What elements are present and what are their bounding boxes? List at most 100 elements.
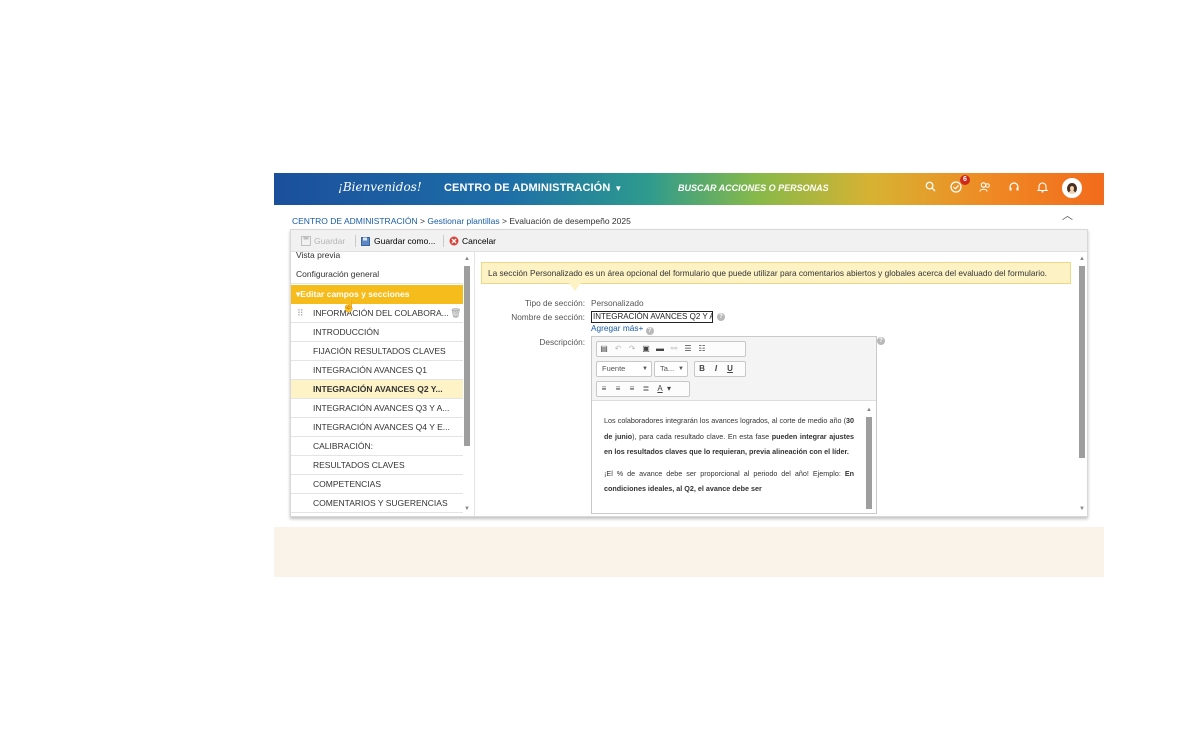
notification-count-badge: 6 xyxy=(960,175,970,185)
align-left-icon[interactable]: ≡ xyxy=(597,382,611,396)
text-run: ), para cada resultado clave. En esta fa… xyxy=(632,431,772,441)
section-item-selected[interactable]: INTEGRACIÓN AVANCES Q2 Y... xyxy=(291,380,463,399)
preview-link[interactable]: Vista previa xyxy=(291,252,463,265)
collapse-chevron-up-icon[interactable]: ︿ xyxy=(1062,207,1073,223)
section-name-input[interactable]: INTEGRACIÓN AVANCES Q2 Y A xyxy=(591,311,713,323)
sections-navigator: Vista previa Configuración general ▾Edit… xyxy=(291,252,473,516)
numbered-list-icon[interactable]: ☰ xyxy=(681,342,695,356)
template-editor-panel: Guardar Guardar como... Cancelar Vista p… xyxy=(290,229,1088,517)
app-window: ¡Bienvenidos! CENTRO DE ADMINISTRACIÓN ▼ … xyxy=(274,173,1104,577)
help-icon[interactable]: ? xyxy=(877,337,885,345)
breadcrumb-admin-center[interactable]: CENTRO DE ADMINISTRACIÓN xyxy=(292,216,418,226)
search-icon[interactable] xyxy=(922,181,938,197)
dropdown-arrow-icon: ▼ xyxy=(642,366,648,372)
trash-icon[interactable]: 🗑 xyxy=(450,304,461,322)
editor-paragraph: Los colaboradores integrarán los avances… xyxy=(604,413,854,460)
section-item[interactable]: INTEGRACIÓN AVANCES Q3 Y A... xyxy=(291,399,463,418)
save-button[interactable]: Guardar xyxy=(301,236,345,246)
align-center-icon[interactable]: ≡ xyxy=(611,382,625,396)
general-config-link[interactable]: Configuración general xyxy=(291,265,463,284)
add-more-link[interactable]: Agregar más+ ? xyxy=(591,323,654,335)
section-item[interactable]: RESULTADOS CLAVES xyxy=(291,456,463,475)
link-icon[interactable]: ⚯ xyxy=(667,342,681,356)
horizontal-line-icon[interactable]: ▬ xyxy=(653,342,667,356)
scroll-down-icon[interactable]: ▼ xyxy=(464,506,470,512)
cancel-icon xyxy=(449,236,459,246)
scroll-down-icon[interactable]: ▼ xyxy=(1079,506,1085,512)
bulleted-list-icon[interactable]: ☷ xyxy=(695,342,709,356)
italic-button[interactable]: I xyxy=(709,362,723,376)
text-style-group: BIU xyxy=(694,361,746,377)
scroll-up-icon[interactable]: ▲ xyxy=(866,407,872,413)
section-item[interactable]: COMPETENCIAS xyxy=(291,475,463,494)
admin-center-menu[interactable]: CENTRO DE ADMINISTRACIÓN ▼ xyxy=(444,182,622,194)
text-color-button[interactable]: A ▾ xyxy=(653,382,671,396)
breadcrumb-current: Evaluación de desempeño 2025 xyxy=(509,216,631,226)
scrollbar-thumb[interactable] xyxy=(1079,266,1085,458)
edit-fields-sections-header[interactable]: ▾Editar campos y secciones xyxy=(291,285,463,304)
scrollbar-thumb[interactable] xyxy=(464,266,470,446)
cancel-button[interactable]: Cancelar xyxy=(449,236,496,246)
editor-paragraph: ¡El % de avance debe ser proporcional al… xyxy=(604,466,854,497)
help-icon[interactable]: ? xyxy=(717,313,725,321)
scrollbar-thumb[interactable] xyxy=(866,417,872,509)
source-icon[interactable]: ▤ xyxy=(597,342,611,356)
top-navigation-bar: ¡Bienvenidos! CENTRO DE ADMINISTRACIÓN ▼ … xyxy=(274,173,1104,205)
user-avatar[interactable] xyxy=(1062,178,1082,198)
search-actions-input[interactable]: BUSCAR ACCIONES O PERSONAS xyxy=(678,183,829,193)
bold-button[interactable]: B xyxy=(695,362,709,376)
rich-text-editor[interactable]: ▤ ↶ ↷ ▣ ▬ ⚯ ☰ ☷ Fuente ▼ Ta... ▼ BIU ≡ ≡ ≡ ≣ A ▾ Los c… xyxy=(591,336,877,514)
column-divider xyxy=(474,252,475,516)
breadcrumb-separator: > xyxy=(420,216,425,226)
editor-toolbar: Guardar Guardar como... Cancelar xyxy=(291,230,1087,252)
edit-fields-sections-label: Editar campos y secciones xyxy=(300,289,410,299)
save-as-label: Guardar como... xyxy=(374,236,436,246)
section-item[interactable]: CALIBRACIÓN: xyxy=(291,437,463,456)
section-item[interactable]: COMENTARIOS Y SUGERENCIAS xyxy=(291,494,463,513)
section-item[interactable]: FIJACIÓN RESULTADOS CLAVES xyxy=(291,342,463,361)
bell-icon[interactable] xyxy=(1034,181,1050,197)
dropdown-arrow-icon: ▼ xyxy=(678,366,684,372)
text-run: Los colaboradores integrarán los avances… xyxy=(604,416,846,425)
info-banner-pointer xyxy=(569,283,581,291)
section-name-label: Nombre de sección: xyxy=(511,312,585,322)
cancel-label: Cancelar xyxy=(462,236,497,246)
help-icon[interactable]: ? xyxy=(645,327,654,335)
scroll-up-icon[interactable]: ▲ xyxy=(464,256,470,262)
save-icon xyxy=(301,236,311,246)
add-more-label: Agregar más+ xyxy=(591,323,644,333)
sidebar-scrollbar[interactable]: ▲ ▼ xyxy=(464,256,470,514)
admin-center-label: CENTRO DE ADMINISTRACIÓN xyxy=(444,182,611,194)
section-item[interactable]: ⠿ INFORMACIÓN DEL COLABORA... 🗑 xyxy=(291,304,463,323)
redo-icon[interactable]: ↷ xyxy=(625,342,639,356)
scroll-up-icon[interactable]: ▲ xyxy=(1079,256,1085,262)
editor-content[interactable]: Los colaboradores integrarán los avances… xyxy=(604,413,854,503)
breadcrumb-manage-templates[interactable]: Gestionar plantillas xyxy=(427,216,499,226)
section-item[interactable]: INTEGRACIÓN AVANCES Q1 xyxy=(291,361,463,380)
font-family-select[interactable]: Fuente ▼ xyxy=(596,361,652,377)
underline-button[interactable]: U xyxy=(723,362,737,376)
align-right-icon[interactable]: ≡ xyxy=(625,382,639,396)
font-size-select[interactable]: Ta... ▼ xyxy=(654,361,688,377)
section-item-label: INFORMACIÓN DEL COLABORA... xyxy=(313,308,449,318)
main-scrollbar[interactable]: ▲ ▼ xyxy=(1079,256,1085,514)
toolbar-divider xyxy=(443,235,444,247)
section-type-label: Tipo de sección: xyxy=(524,298,585,308)
align-justify-icon[interactable]: ≣ xyxy=(639,382,653,396)
welcome-logo[interactable]: ¡Bienvenidos! xyxy=(338,180,422,194)
drag-handle-icon[interactable]: ⠿ xyxy=(297,304,304,322)
font-family-value: Fuente xyxy=(602,364,626,373)
section-item[interactable]: INTRODUCCIÓN xyxy=(291,323,463,342)
people-icon[interactable] xyxy=(977,181,993,197)
toolbar-divider xyxy=(355,235,356,247)
editor-toolbar-row-3: ≡ ≡ ≡ ≣ A ▾ xyxy=(596,381,690,397)
save-label: Guardar xyxy=(314,236,346,246)
chevron-down-icon: ▼ xyxy=(614,184,623,193)
editor-scrollbar[interactable]: ▲ xyxy=(866,407,872,513)
section-item[interactable]: INTEGRACIÓN AVANCES Q4 Y E... xyxy=(291,418,463,437)
save-as-button[interactable]: Guardar como... xyxy=(361,236,435,246)
font-size-value: Ta... xyxy=(660,364,675,373)
headset-icon[interactable] xyxy=(1006,181,1022,197)
image-icon[interactable]: ▣ xyxy=(639,342,653,356)
undo-icon[interactable]: ↶ xyxy=(611,342,625,356)
